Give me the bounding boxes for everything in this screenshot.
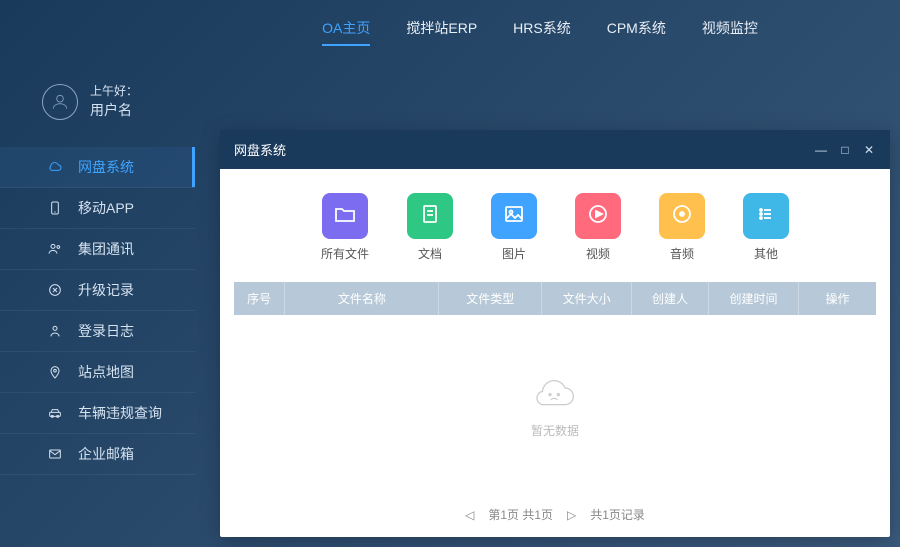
col-creator: 创建人: [632, 282, 709, 315]
col-filename: 文件名称: [285, 282, 439, 315]
nav-item-video[interactable]: 视频监控: [702, 18, 758, 46]
nav-item-hrs[interactable]: HRS系统: [513, 18, 571, 46]
empty-state: 暂无数据: [220, 315, 890, 496]
side-menu: 网盘系统 移动APP 集团通讯 升级记录 登录日志 站点地图 车辆违规查询 企: [0, 147, 195, 475]
panel-header: 网盘系统 — □ ✕: [220, 130, 890, 169]
sidebar-item-label: 升级记录: [78, 280, 134, 300]
pager-next[interactable]: ▷: [567, 508, 576, 522]
music-icon: [670, 202, 694, 231]
tile-label: 音频: [659, 245, 705, 262]
sidebar: 上午好： 用户名 网盘系统 移动APP 集团通讯 升级记录 登录日志 站点地图: [0, 70, 195, 475]
tile-label: 其他: [743, 245, 789, 262]
maximize-button[interactable]: □: [838, 143, 852, 157]
sidebar-item-vehicle[interactable]: 车辆违规查询: [0, 393, 195, 434]
tile-label: 图片: [491, 245, 537, 262]
tile-audio[interactable]: 音频: [659, 193, 705, 262]
document-icon: [418, 202, 442, 231]
user-block: 上午好： 用户名: [0, 70, 195, 141]
sidebar-item-label: 车辆违规查询: [78, 403, 162, 423]
phone-icon: [46, 199, 64, 217]
person-icon: [46, 322, 64, 340]
col-index: 序号: [234, 282, 285, 315]
nav-item-cpm[interactable]: CPM系统: [607, 18, 666, 46]
sidebar-item-upgrade[interactable]: 升级记录: [0, 270, 195, 311]
tile-all-files[interactable]: 所有文件: [321, 193, 369, 262]
sidebar-item-contacts[interactable]: 集团通讯: [0, 229, 195, 270]
empty-cloud-icon: [530, 373, 580, 416]
pager-count-text: 共1页记录: [590, 506, 645, 523]
sidebar-item-label: 网盘系统: [78, 157, 134, 177]
users-icon: [46, 240, 64, 258]
pager-page-text: 第1页 共1页: [488, 506, 553, 523]
tile-label: 视频: [575, 245, 621, 262]
image-icon: [502, 202, 526, 231]
sidebar-item-label: 站点地图: [78, 362, 134, 382]
col-filetype: 文件类型: [439, 282, 542, 315]
circle-x-icon: [46, 281, 64, 299]
col-createtime: 创建时间: [709, 282, 799, 315]
sidebar-item-email[interactable]: 企业邮箱: [0, 434, 195, 475]
sidebar-item-sitemap[interactable]: 站点地图: [0, 352, 195, 393]
minimize-button[interactable]: —: [814, 143, 828, 157]
folder-icon: [333, 202, 357, 231]
list-icon: [754, 202, 778, 231]
car-icon: [46, 404, 64, 422]
sidebar-item-label: 登录日志: [78, 321, 134, 341]
sidebar-item-loginlog[interactable]: 登录日志: [0, 311, 195, 352]
user-greeting: 上午好：: [90, 82, 138, 100]
avatar: [42, 84, 78, 120]
window-controls: — □ ✕: [814, 143, 876, 157]
col-actions: 操作: [799, 282, 876, 315]
play-icon: [586, 202, 610, 231]
tile-label: 所有文件: [321, 245, 369, 262]
tile-images[interactable]: 图片: [491, 193, 537, 262]
sidebar-item-label: 移动APP: [78, 198, 134, 218]
sidebar-item-netdisk[interactable]: 网盘系统: [0, 147, 195, 188]
top-nav: OA主页 搅拌站ERP HRS系统 CPM系统 视频监控: [0, 0, 900, 46]
user-name: 用户名: [90, 100, 138, 121]
nav-item-erp[interactable]: 搅拌站ERP: [406, 18, 477, 46]
pager: ◁ 第1页 共1页 ▷ 共1页记录: [220, 496, 890, 537]
panel-netdisk: 网盘系统 — □ ✕ 所有文件 文档 图片 视频 音频 其他: [220, 130, 890, 537]
sidebar-item-label: 企业邮箱: [78, 444, 134, 464]
tile-label: 文档: [407, 245, 453, 262]
table-header: 序号 文件名称 文件类型 文件大小 创建人 创建时间 操作: [234, 282, 876, 315]
empty-text: 暂无数据: [531, 422, 579, 439]
cloud-icon: [46, 158, 64, 176]
sidebar-item-app[interactable]: 移动APP: [0, 188, 195, 229]
mail-icon: [46, 445, 64, 463]
close-button[interactable]: ✕: [862, 143, 876, 157]
pin-icon: [46, 363, 64, 381]
col-filesize: 文件大小: [542, 282, 632, 315]
pager-prev[interactable]: ◁: [465, 508, 474, 522]
file-type-tiles: 所有文件 文档 图片 视频 音频 其他: [220, 169, 890, 276]
sidebar-item-label: 集团通讯: [78, 239, 134, 259]
panel-title: 网盘系统: [234, 140, 286, 159]
nav-item-oa[interactable]: OA主页: [322, 18, 370, 46]
tile-other[interactable]: 其他: [743, 193, 789, 262]
tile-video[interactable]: 视频: [575, 193, 621, 262]
tile-docs[interactable]: 文档: [407, 193, 453, 262]
